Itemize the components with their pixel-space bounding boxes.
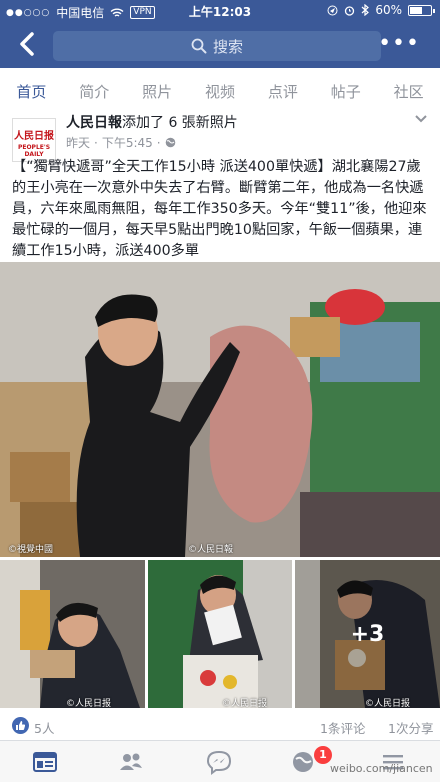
like-count[interactable]: 5人: [34, 718, 54, 737]
avatar-logo-cn: 人民日报: [14, 131, 54, 142]
photo-credit-right: ©人民日報: [188, 545, 234, 555]
battery-icon: [408, 4, 435, 16]
globe-icon: [165, 137, 175, 148]
author-avatar[interactable]: 人民日报 PEOPLE'S DAILY: [12, 118, 56, 162]
tab-1[interactable]: 简介: [63, 68, 126, 117]
avatar-logo-en: PEOPLE'S DAILY: [17, 144, 51, 158]
chevron-down-icon[interactable]: [414, 114, 428, 124]
post-photo-thumb-3[interactable]: +3 ©人民日报: [295, 560, 440, 708]
post-day: 昨天: [66, 136, 91, 150]
top-bar: ●●○○○ 中国电信 VPN 上午12:03 60% 搜索 •••: [0, 0, 440, 68]
courier-phone-photo: [0, 560, 145, 708]
tab-4[interactable]: 点评: [251, 68, 314, 117]
post-photo-thumb-1[interactable]: ©人民日报: [0, 560, 145, 708]
tab-5[interactable]: 帖子: [314, 68, 377, 117]
news-feed-icon[interactable]: [32, 749, 58, 775]
post-action: 添加了 6 張新照片: [122, 115, 238, 131]
back-arrow-icon[interactable]: [16, 30, 38, 58]
thumb-credit-2: ©人民日报: [222, 699, 268, 708]
notifications-globe-icon[interactable]: [290, 749, 316, 775]
post-time: 下午5:45: [101, 136, 153, 150]
author-name[interactable]: 人民日報: [66, 115, 122, 131]
share-count[interactable]: 1次分享: [388, 718, 433, 737]
search-placeholder: 搜索: [212, 37, 243, 56]
courier-eating-photo: [148, 560, 292, 708]
friends-icon[interactable]: [118, 749, 144, 775]
location-icon: [327, 5, 338, 15]
bottom-navigation: 1: [0, 740, 440, 782]
courier-photo: [0, 262, 440, 557]
comment-count[interactable]: 1条评论: [320, 718, 365, 737]
post-header: 人民日报 PEOPLE'S DAILY 人民日報添加了 6 張新照片 昨天 · …: [0, 112, 440, 162]
post-photo-main[interactable]: ©視覺中國 ©人民日報: [0, 262, 440, 557]
tab-0[interactable]: 首页: [0, 68, 63, 118]
status-bar: ●●○○○ 中国电信 VPN 上午12:03 60%: [0, 0, 440, 22]
thumb-credit-1: ©人民日报: [66, 699, 112, 708]
weibo-watermark: weibo.com/jiancen: [330, 762, 433, 775]
messenger-icon[interactable]: [206, 749, 232, 775]
post-photo-thumb-2[interactable]: ©人民日报: [148, 560, 292, 708]
thumb-credit-3: ©人民日报: [365, 699, 411, 708]
battery-percent: 60%: [375, 3, 402, 17]
like-icon[interactable]: [12, 717, 29, 734]
post-body-text: 【“獨臂快遞哥”全天工作15小時 派送400單快遞】湖北襄陽27歲的王小亮在一次…: [12, 159, 427, 259]
search-input[interactable]: 搜索: [53, 31, 381, 61]
more-options-icon[interactable]: •••: [378, 33, 420, 55]
reactions-bar: 5人 1条评论 1次分享: [0, 714, 440, 740]
alarm-icon: [345, 5, 355, 16]
tab-3[interactable]: 视频: [189, 68, 252, 117]
page-tabs: 首页 简介 照片 视频 点评 帖子 社区: [0, 68, 440, 118]
photo-credit-left: ©視覺中國: [8, 545, 54, 555]
tab-2[interactable]: 照片: [126, 68, 189, 117]
more-photos-overlay[interactable]: +3: [295, 560, 440, 708]
search-icon: [191, 38, 207, 54]
tab-6[interactable]: 社区: [377, 68, 440, 117]
bluetooth-icon: [361, 4, 370, 16]
